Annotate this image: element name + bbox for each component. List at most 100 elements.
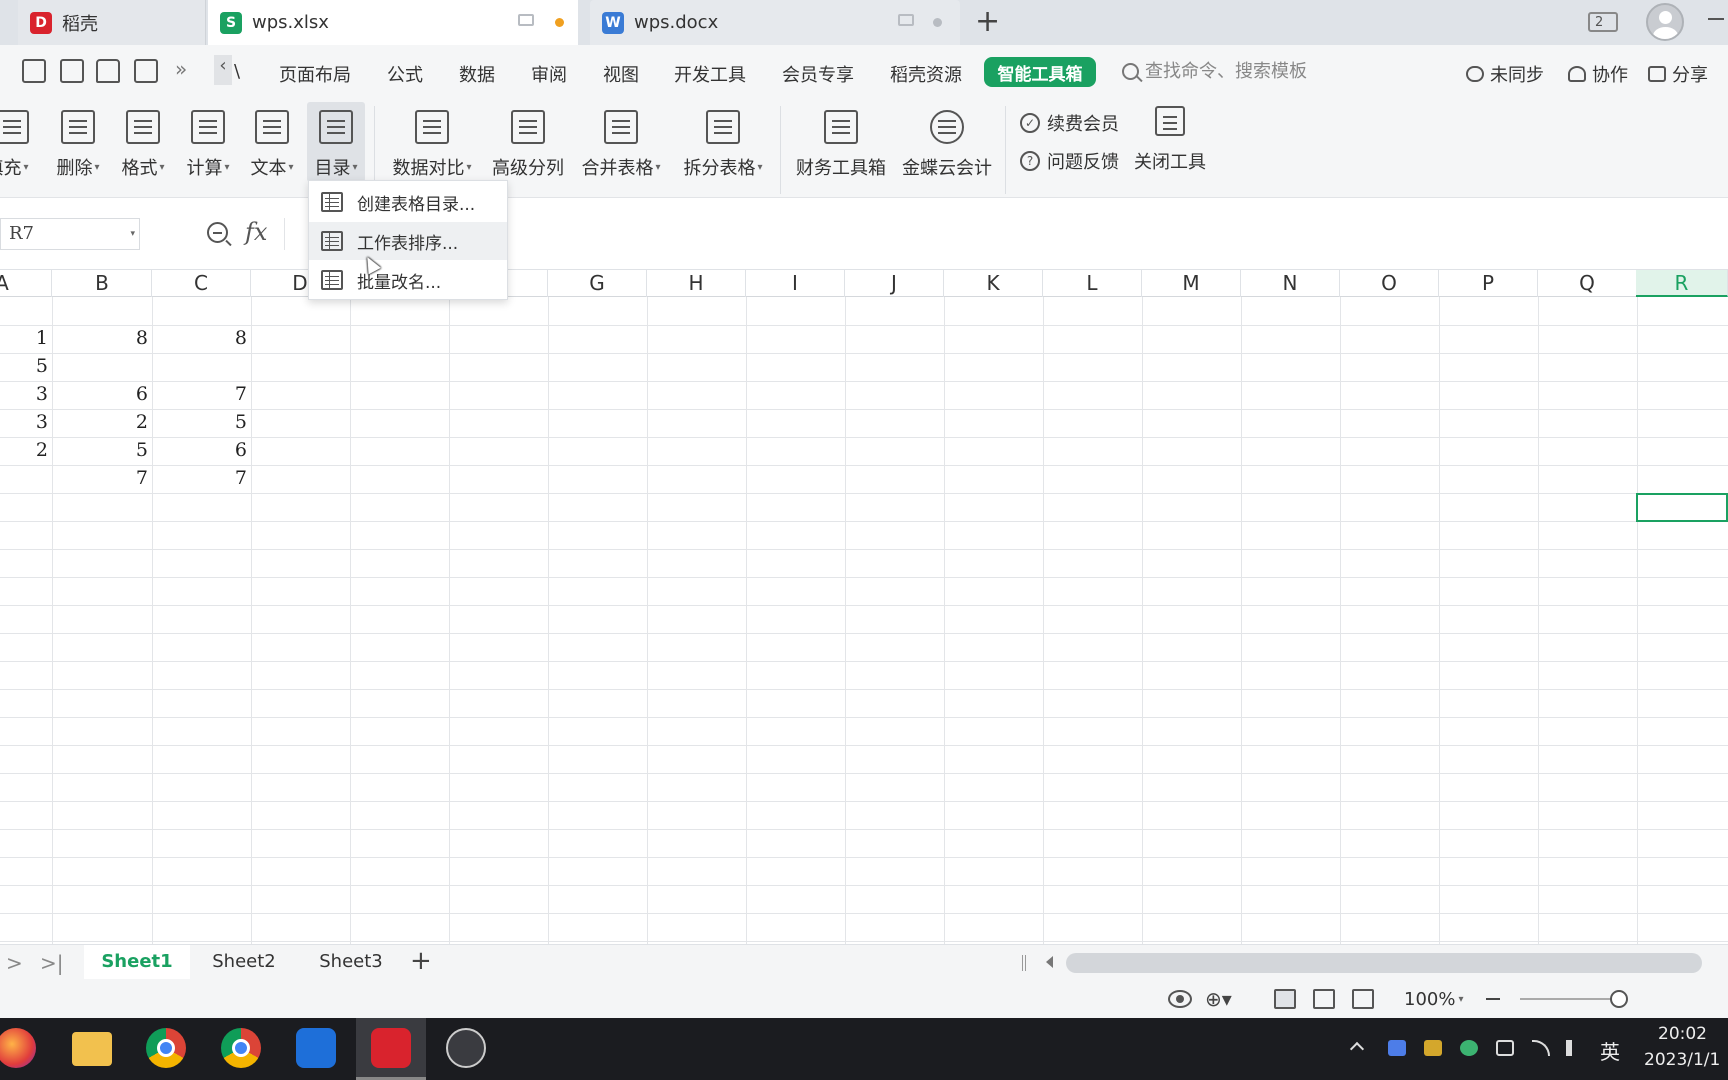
more-chevron-icon[interactable]: » bbox=[175, 57, 187, 81]
cell-a2[interactable]: 1 bbox=[0, 325, 52, 352]
menu-item-batch-rename[interactable]: 批量改名... bbox=[309, 261, 507, 299]
print-preview-icon[interactable] bbox=[134, 59, 158, 83]
battery-icon[interactable] bbox=[1496, 1040, 1514, 1056]
cell-c6[interactable]: 6 bbox=[152, 437, 251, 464]
chrome-icon[interactable] bbox=[221, 1028, 261, 1068]
merge-tables-button[interactable]: 合并表格 ▾ bbox=[578, 102, 664, 182]
advanced-split-button[interactable]: 高级分列 bbox=[490, 102, 566, 182]
spreadsheet-grid[interactable]: ABCDEFGHIJKLMNOPQR 188536732525677 bbox=[0, 270, 1728, 944]
normal-view-icon[interactable] bbox=[1274, 989, 1296, 1009]
cell-c7[interactable]: 7 bbox=[152, 465, 251, 492]
cell-a4[interactable]: 3 bbox=[0, 381, 52, 408]
compute-button[interactable]: 计算 ▾ bbox=[180, 102, 236, 182]
column-header-l[interactable]: L bbox=[1043, 270, 1142, 297]
align-center-icon[interactable]: ⊕▾ bbox=[1205, 987, 1232, 1011]
volume-icon[interactable] bbox=[1566, 1040, 1584, 1056]
chrome-icon[interactable] bbox=[146, 1028, 186, 1068]
column-header-m[interactable]: M bbox=[1142, 270, 1241, 297]
zoom-slider-thumb[interactable] bbox=[1610, 990, 1628, 1008]
chevron-down-icon[interactable]: ▾ bbox=[130, 219, 135, 249]
column-header-c[interactable]: C bbox=[152, 270, 251, 297]
column-header-r[interactable]: R bbox=[1636, 270, 1728, 297]
clock-time[interactable]: 20:02 bbox=[1658, 1024, 1707, 1044]
horizontal-scrollbar[interactable] bbox=[1066, 953, 1702, 973]
feedback-button[interactable]: ? 问题反馈 bbox=[1020, 148, 1119, 174]
scroll-left-arrow-icon[interactable] bbox=[1046, 956, 1053, 968]
menu-daoke-resources[interactable]: 稻壳资源 bbox=[890, 61, 962, 87]
cell-c4[interactable]: 7 bbox=[152, 381, 251, 408]
sheet-tab-sheet2[interactable]: Sheet2 bbox=[192, 945, 296, 979]
renew-member-button[interactable]: ✓ 续费会员 bbox=[1020, 110, 1119, 136]
share-button[interactable]: 分享 bbox=[1648, 61, 1708, 87]
tray-vpn-icon[interactable] bbox=[1424, 1040, 1442, 1056]
firefox-icon[interactable] bbox=[0, 1028, 36, 1068]
bot-app-icon[interactable] bbox=[446, 1028, 486, 1068]
monitor-icon[interactable] bbox=[898, 14, 914, 26]
sheet-tab-sheet3[interactable]: Sheet3 bbox=[298, 945, 404, 979]
cell-b5[interactable]: 2 bbox=[53, 409, 152, 436]
cell-a5[interactable]: 3 bbox=[0, 409, 52, 436]
clock-date[interactable]: 2023/1/1 bbox=[1644, 1050, 1728, 1070]
column-header-i[interactable]: I bbox=[746, 270, 845, 297]
cell-b7[interactable]: 7 bbox=[53, 465, 152, 492]
wechat-icon[interactable] bbox=[1460, 1040, 1478, 1056]
insert-function-button[interactable]: fx bbox=[245, 218, 267, 246]
cell-b2[interactable]: 8 bbox=[53, 325, 152, 352]
tab-wps-docx[interactable]: W wps.docx bbox=[590, 0, 960, 45]
zoom-minus-icon[interactable] bbox=[1486, 998, 1500, 1000]
input-language-indicator[interactable]: 英 bbox=[1600, 1036, 1620, 1065]
menu-member-exclusive[interactable]: 会员专享 bbox=[782, 61, 854, 87]
selected-cell-r7[interactable] bbox=[1636, 493, 1728, 522]
column-header-b[interactable]: B bbox=[53, 270, 152, 297]
name-box[interactable]: R7 ▾ bbox=[0, 218, 140, 250]
menu-truncated-item[interactable]: \ bbox=[234, 61, 240, 82]
monitor-icon[interactable] bbox=[518, 14, 534, 26]
zoom-out-icon[interactable] bbox=[207, 222, 228, 243]
cell-area[interactable]: 188536732525677 bbox=[0, 297, 1728, 944]
tray-app-icon[interactable] bbox=[1388, 1040, 1406, 1056]
cell-b6[interactable]: 5 bbox=[53, 437, 152, 464]
menu-page-layout[interactable]: 页面布局 bbox=[279, 61, 351, 87]
tab-wps-xlsx[interactable]: S wps.xlsx bbox=[208, 0, 578, 45]
menu-formula[interactable]: 公式 bbox=[387, 61, 423, 87]
menu-review[interactable]: 审阅 bbox=[531, 61, 567, 87]
command-search[interactable] bbox=[1122, 61, 1345, 82]
page-break-view-icon[interactable] bbox=[1352, 989, 1374, 1009]
collaborate-button[interactable]: 协作 bbox=[1568, 61, 1628, 87]
column-header-p[interactable]: P bbox=[1439, 270, 1538, 297]
zoom-level-dropdown[interactable]: 100% ▾ bbox=[1404, 989, 1464, 1010]
sync-status-button[interactable]: 未同步 bbox=[1466, 61, 1544, 87]
add-sheet-button[interactable]: + bbox=[410, 946, 432, 976]
menu-smart-toolbox[interactable]: 智能工具箱 bbox=[984, 57, 1096, 87]
scroll-left-icon[interactable]: ‹ bbox=[214, 55, 232, 85]
last-sheet-icon[interactable]: >| bbox=[40, 951, 64, 975]
text-button[interactable]: 文本 ▾ bbox=[244, 102, 300, 182]
column-header-g[interactable]: G bbox=[548, 270, 647, 297]
split-table-button[interactable]: 拆分表格 ▾ bbox=[680, 102, 766, 182]
menu-view[interactable]: 视图 bbox=[603, 61, 639, 87]
next-sheet-icon[interactable]: > bbox=[6, 951, 23, 975]
menu-item-create-table-catalog[interactable]: 创建表格目录... bbox=[309, 183, 507, 221]
menu-data[interactable]: 数据 bbox=[459, 61, 495, 87]
wps-office-icon[interactable] bbox=[371, 1028, 411, 1068]
export-icon[interactable] bbox=[60, 59, 84, 83]
data-compare-button[interactable]: 数据对比 ▾ bbox=[390, 102, 474, 182]
new-tab-button[interactable]: + bbox=[975, 6, 1000, 38]
column-header-o[interactable]: O bbox=[1340, 270, 1439, 297]
search-input[interactable] bbox=[1145, 61, 1345, 82]
cell-b4[interactable]: 6 bbox=[53, 381, 152, 408]
dingtalk-icon[interactable] bbox=[296, 1028, 336, 1068]
cell-c5[interactable]: 5 bbox=[152, 409, 251, 436]
kingdee-cloud-button[interactable]: 金蝶云会计 bbox=[900, 102, 994, 182]
sheet-tab-sheet1[interactable]: Sheet1 bbox=[84, 945, 190, 979]
save-icon[interactable] bbox=[22, 59, 46, 83]
eye-protection-icon[interactable] bbox=[1168, 990, 1192, 1008]
menu-item-sort-sheets[interactable]: 工作表排序... bbox=[309, 222, 507, 260]
column-header-h[interactable]: H bbox=[647, 270, 746, 297]
page-layout-view-icon[interactable] bbox=[1313, 989, 1335, 1009]
tray-expand-icon[interactable] bbox=[1349, 1041, 1365, 1057]
fill-button[interactable]: 填充▾ bbox=[0, 102, 38, 182]
menu-developer-tools[interactable]: 开发工具 bbox=[674, 61, 746, 87]
delete-button[interactable]: 删除 ▾ bbox=[50, 102, 106, 182]
user-avatar[interactable] bbox=[1646, 3, 1684, 41]
